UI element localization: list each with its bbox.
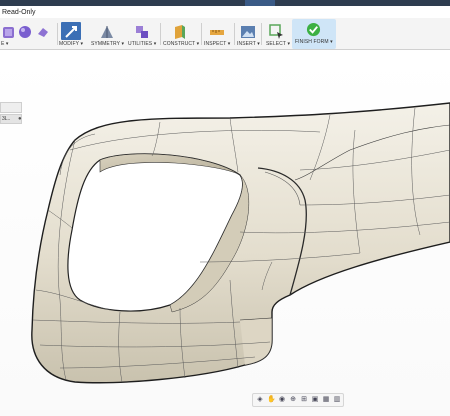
component-tab[interactable]: 3L.. ● (0, 114, 22, 124)
component-tab-label: 3L.. (2, 116, 11, 122)
display-icon[interactable]: ▣ (311, 396, 319, 404)
symmetry-menu-label[interactable]: SYMMETRY ▾ (91, 41, 124, 47)
create-menu-label[interactable]: E ▾ (1, 41, 9, 47)
document-tabs (0, 0, 450, 6)
select-icon[interactable] (269, 24, 285, 40)
construct-menu-label[interactable]: CONSTRUCT ▾ (163, 41, 199, 47)
utilities-icon[interactable] (134, 24, 150, 40)
viewport-canvas[interactable]: 3L.. ● (0, 51, 450, 416)
handle-form-model[interactable] (0, 51, 450, 416)
utilities-group[interactable]: UTILITIES ▾ (128, 20, 158, 48)
orbit-icon[interactable]: ◈ (256, 396, 264, 404)
viewports-icon[interactable]: ▥ (333, 396, 341, 404)
grid-icon[interactable]: ▦ (322, 396, 330, 404)
checkmark-icon (306, 22, 321, 37)
separator (201, 23, 202, 45)
browser-toggle[interactable] (0, 102, 22, 113)
symmetry-icon[interactable] (99, 24, 115, 40)
modify-menu-label[interactable]: MODIFY ▾ (59, 41, 83, 47)
sphere-icon[interactable] (17, 24, 33, 40)
select-group[interactable]: SELECT ▾ (263, 20, 291, 48)
modify-icon[interactable] (63, 24, 79, 40)
finish-form-button[interactable]: FINISH FORM ▾ (292, 19, 336, 49)
modify-group[interactable]: MODIFY ▾ (58, 20, 88, 48)
navigation-bar: ◈ ✋ ◉ ⊕ ⊞ ▣ ▦ ▥ (252, 393, 344, 407)
construct-group[interactable]: CONSTRUCT ▾ (162, 20, 200, 48)
insert-group[interactable]: INSERT ▾ (236, 20, 260, 48)
separator (160, 23, 161, 45)
finish-form-label: FINISH FORM ▾ (295, 39, 333, 45)
insert-menu-label[interactable]: INSERT ▾ (237, 41, 260, 47)
insert-image-icon[interactable] (240, 24, 256, 40)
separator (234, 23, 235, 45)
symmetry-group[interactable]: SYMMETRY ▾ (90, 20, 125, 48)
quadball-icon[interactable] (35, 24, 51, 40)
pan-icon[interactable]: ✋ (267, 396, 276, 404)
fit-icon[interactable]: ⊞ (300, 396, 308, 404)
inspect-menu-label[interactable]: INSPECT ▾ (204, 41, 230, 47)
measure-icon[interactable] (209, 24, 225, 40)
utilities-menu-label[interactable]: UTILITIES ▾ (128, 41, 156, 47)
inspect-group[interactable]: INSPECT ▾ (203, 20, 233, 48)
separator (261, 23, 262, 45)
create-group[interactable]: E ▾ (0, 20, 55, 48)
zoom-icon[interactable]: ⊕ (289, 396, 297, 404)
select-menu-label[interactable]: SELECT ▾ (266, 41, 290, 47)
box-icon[interactable] (1, 24, 17, 40)
active-document-tab[interactable] (245, 0, 275, 6)
options-icon[interactable]: ● (18, 115, 22, 123)
form-toolbar: E ▾ MODIFY ▾ SYMMETRY ▾ UTILITIES ▾ CONS… (0, 18, 450, 50)
look-icon[interactable]: ◉ (278, 396, 286, 404)
construct-plane-icon[interactable] (172, 24, 188, 40)
